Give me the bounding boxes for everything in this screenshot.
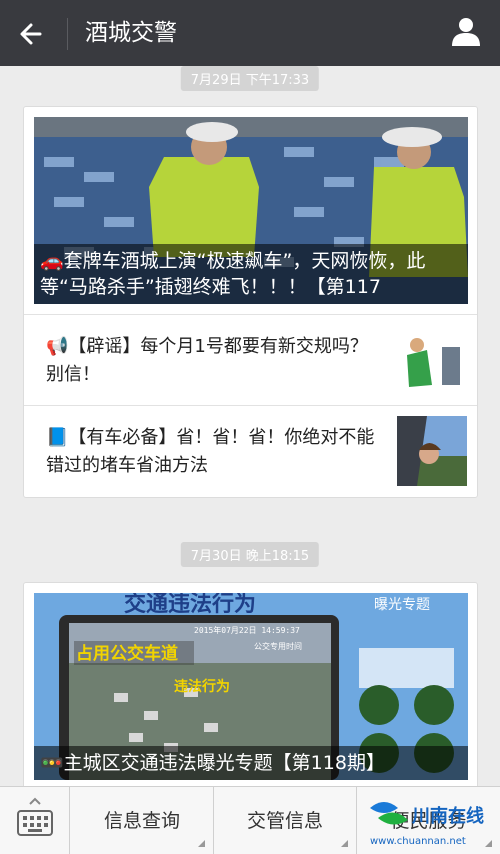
back-button[interactable] <box>12 14 52 54</box>
message-feed[interactable]: 7月29日 下午17:33 🚗套牌车酒城上演“极速飙车”，天网恢恢，此等“马路杀… <box>0 66 500 786</box>
hero-title: 套牌车酒城上演“极速飙车”，天网恢恢，此等“马路杀手”插翅终难飞！！！【第117 <box>40 250 426 298</box>
svg-text:川南在线: 川南在线 <box>411 805 484 827</box>
megaphone-icon: 📢 <box>46 336 69 357</box>
title-divider <box>67 18 68 50</box>
menu-label: 交管信息 <box>246 810 323 832</box>
arrow-left-icon <box>20 23 42 45</box>
list-item[interactable]: 📢【辟谣】每个月1号都要有新交规吗？别信！ <box>24 314 477 404</box>
traffic-light-icon: 🚥 <box>40 752 64 774</box>
article-title: 📘【有车必备】省！省！省！你绝对不能错过的堵车省油方法 <box>46 427 375 476</box>
hero-image-label: 占用公交车道 <box>76 643 178 664</box>
hero-image-violation: 违法行为 <box>174 678 230 695</box>
page-title: 酒城交警 <box>85 20 177 46</box>
person-icon <box>452 18 480 46</box>
hero-caption: 🚗套牌车酒城上演“极速飙车”，天网恢恢，此等“马路杀手”插翅终难飞！！！【第11… <box>34 244 468 304</box>
profile-button[interactable] <box>448 14 484 50</box>
timestamp-tag: 7月29日 下午17:33 <box>180 66 320 91</box>
submenu-indicator-icon <box>198 840 205 847</box>
car-icon: 🚗 <box>40 250 64 272</box>
article-card: 🚗套牌车酒城上演“极速飙车”，天网恢恢，此等“马路杀手”插翅终难飞！！！【第11… <box>23 106 478 498</box>
hero-image-title: 交通违法行为 <box>124 593 256 617</box>
hero-article[interactable]: 🚗套牌车酒城上演“极速飙车”，天网恢恢，此等“马路杀手”插翅终难飞！！！【第11… <box>34 117 468 304</box>
notebook-icon: 📘 <box>46 427 69 448</box>
hero-article[interactable]: 交通违法行为 曝光专题 2015年07月22日 14:59:37 公交专用时间 … <box>34 593 468 780</box>
article-card: 交通违法行为 曝光专题 2015年07月22日 14:59:37 公交专用时间 … <box>23 582 478 786</box>
hero-caption: 🚥主城区交通违法曝光专题【第118期】 <box>34 746 468 780</box>
hero-title: 主城区交通违法曝光专题【第118期】 <box>63 752 385 774</box>
article-thumbnail <box>397 416 467 486</box>
hero-image-datetime: 2015年07月22日 14:59:37 <box>194 625 300 635</box>
hero-image-badge: 曝光专题 <box>374 597 430 613</box>
svg-text:www.chuannan.net: www.chuannan.net <box>370 836 466 847</box>
menu-info-query[interactable]: 信息查询 <box>71 787 214 854</box>
keyboard-icon <box>17 797 53 836</box>
hero-image-bus-time: 公交专用时间 <box>254 641 302 651</box>
article-thumbnail <box>397 325 467 395</box>
keyboard-toggle-button[interactable] <box>0 787 70 854</box>
site-watermark-logo: 川南在线 www.chuannan.net <box>370 802 484 847</box>
menu-traffic-info[interactable]: 交管信息 <box>214 787 357 854</box>
bottom-menu: 信息查询 交管信息 便民服务 川南在线 www.chuannan.net <box>0 786 500 854</box>
title-bar: 酒城交警 <box>0 0 500 66</box>
menu-label: 信息查询 <box>103 810 180 832</box>
article-title: 📢【辟谣】每个月1号都要有新交规吗？别信！ <box>46 336 368 385</box>
timestamp-tag: 7月30日 晚上18:15 <box>180 542 320 567</box>
list-item[interactable]: 📘【有车必备】省！省！省！你绝对不能错过的堵车省油方法 <box>24 405 477 495</box>
submenu-indicator-icon <box>341 840 348 847</box>
